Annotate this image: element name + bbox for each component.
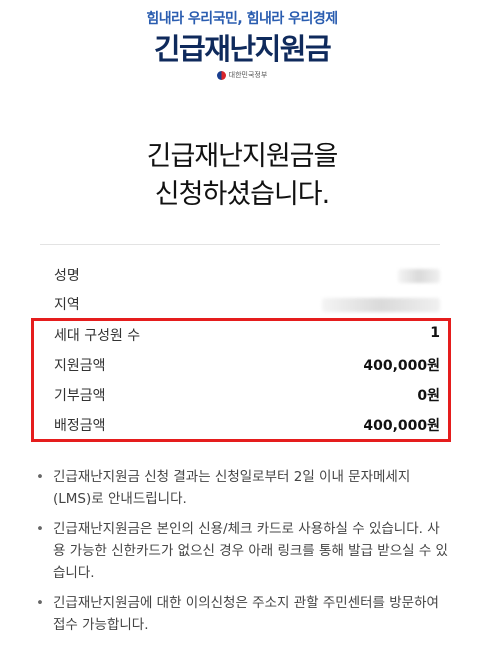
divider: [40, 244, 440, 245]
slogan: 힘내라 우리국민, 힘내라 우리경제: [146, 11, 338, 27]
header-banner: 힘내라 우리국민, 힘내라 우리경제 긴급재난지원금 대한민국정부: [0, 0, 484, 100]
notice-item: 긴급재난지원금 신청 결과는 신청일로부터 2일 이내 문자메세지(LMS)로 …: [36, 466, 448, 510]
name-value-redacted: [398, 269, 440, 283]
region-value-redacted: [322, 298, 440, 312]
name-label: 성명: [54, 268, 80, 284]
page-title: 긴급재난지원금을 신청하셨습니다.: [0, 138, 484, 214]
banner-title: 긴급재난지원금: [153, 32, 332, 66]
taegeuk-emblem-icon: [216, 70, 226, 80]
info-row-name: 성명: [54, 265, 440, 287]
government-name: 대한민국정부: [228, 71, 268, 79]
region-label: 지역: [54, 297, 80, 313]
notice-list: 긴급재난지원금 신청 결과는 신청일로부터 2일 이내 문자메세지(LMS)로 …: [36, 466, 448, 644]
headline-line-2: 신청하셨습니다.: [154, 179, 330, 210]
info-row-region: 지역: [54, 294, 440, 316]
notice-item: 긴급재난지원금은 본인의 신용/체크 카드로 사용하실 수 있습니다. 사용 가…: [36, 518, 448, 584]
notice-item: 긴급재난지원금에 대한 이의신청은 주소지 관할 주민센터를 방문하여 접수 가…: [36, 592, 448, 636]
government-logo: 대한민국정부: [0, 70, 484, 80]
headline-line-1: 긴급재난지원금을: [146, 141, 339, 172]
highlight-box: [31, 318, 451, 442]
